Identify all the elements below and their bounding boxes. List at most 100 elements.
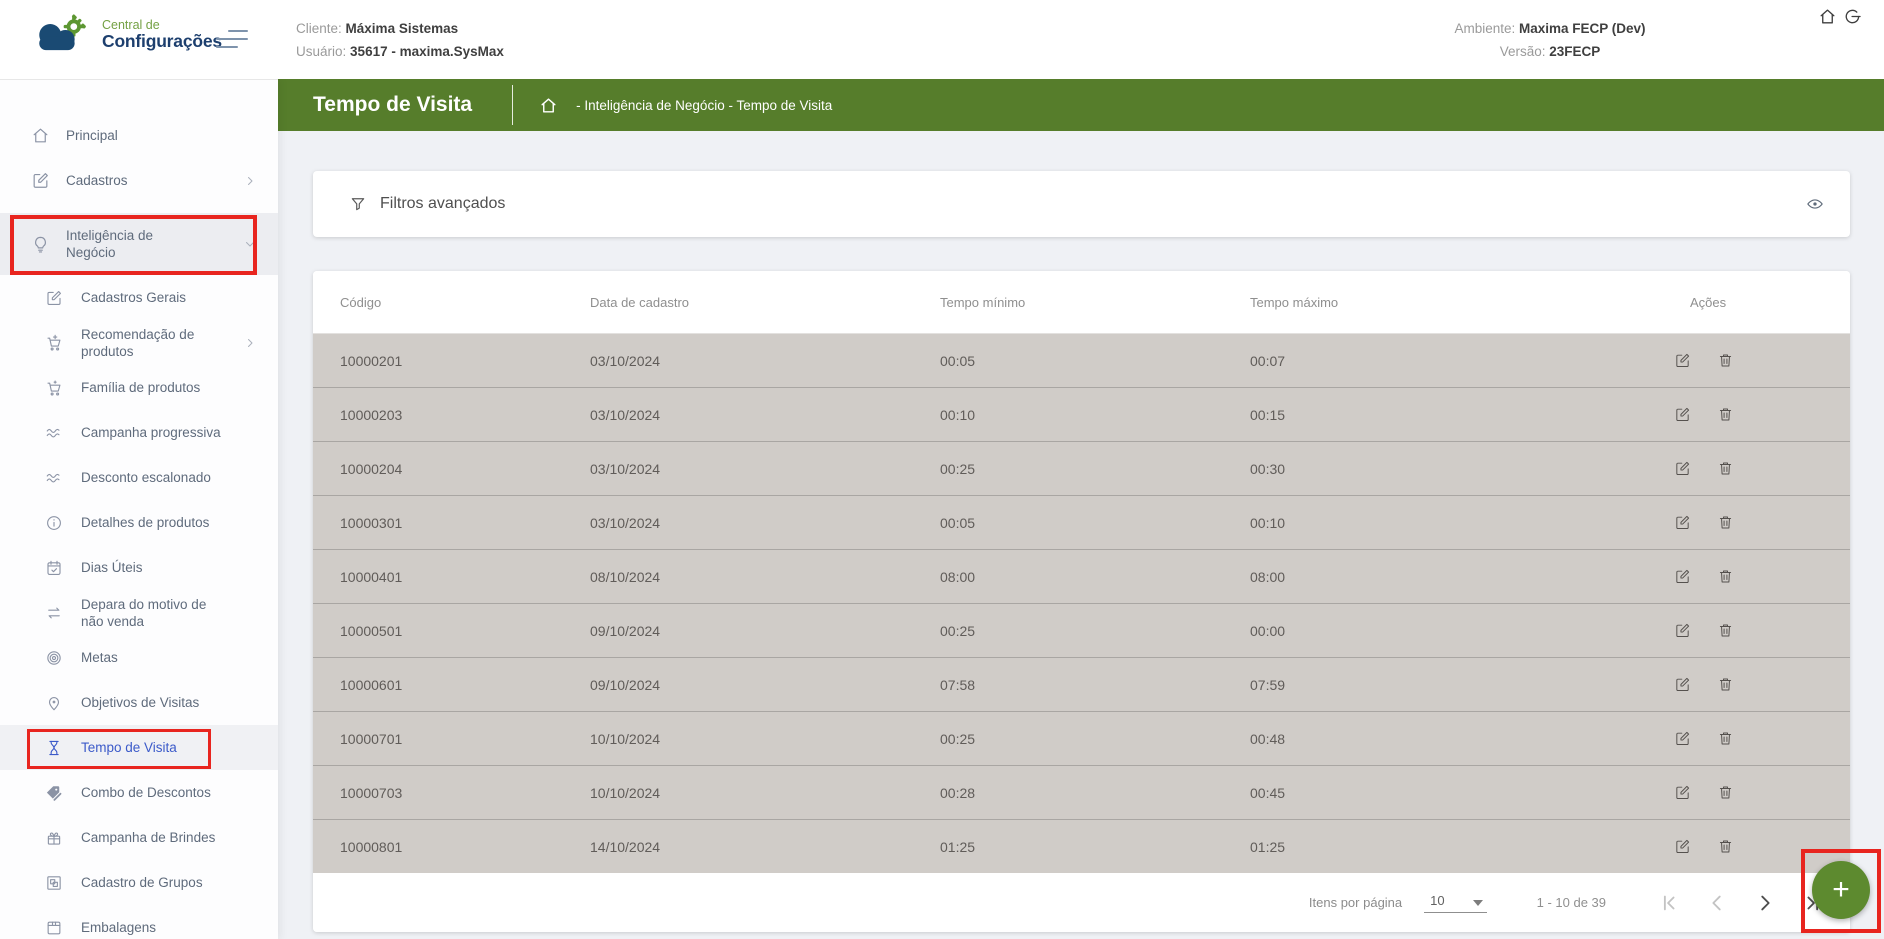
delete-icon[interactable] bbox=[1717, 622, 1734, 639]
edit-icon[interactable] bbox=[1674, 838, 1691, 855]
items-per-page-label: Itens por página bbox=[1309, 895, 1402, 910]
sidebar-item-label: Família de produtos bbox=[81, 379, 231, 396]
env-label: Ambiente: bbox=[1454, 21, 1515, 36]
sidebar-item-embalagens[interactable]: Embalagens bbox=[0, 905, 278, 939]
previous-page-button[interactable] bbox=[1706, 892, 1728, 914]
delete-icon[interactable] bbox=[1717, 784, 1734, 801]
edit-icon[interactable] bbox=[1674, 460, 1691, 477]
edit-icon[interactable] bbox=[1674, 514, 1691, 531]
cell-data-cadastro: 08/10/2024 bbox=[590, 569, 940, 585]
add-button[interactable]: + bbox=[1812, 861, 1870, 919]
cell-codigo: 10000601 bbox=[340, 677, 590, 693]
cell-data-cadastro: 03/10/2024 bbox=[590, 407, 940, 423]
delete-icon[interactable] bbox=[1717, 406, 1734, 423]
edit-icon[interactable] bbox=[1674, 352, 1691, 369]
user-value: 35617 - maxima.SysMax bbox=[350, 44, 504, 59]
sidebar-item-principal[interactable]: Principal bbox=[0, 113, 278, 158]
sidebar-item-depara-motivo-nao-venda[interactable]: Depara do motivo de não venda bbox=[0, 590, 278, 635]
cell-tempo-minimo: 00:25 bbox=[940, 623, 1250, 639]
sidebar-item-label: Campanha progressiva bbox=[81, 424, 231, 441]
sidebar-item-cadastros[interactable]: Cadastros bbox=[0, 158, 278, 203]
eye-icon[interactable] bbox=[1804, 195, 1826, 213]
table-header-row: Código Data de cadastro Tempo mínimo Tem… bbox=[313, 271, 1850, 334]
sidebar-item-inteligencia-de-negocio[interactable]: Inteligência de Negócio bbox=[0, 213, 278, 275]
cell-data-cadastro: 03/10/2024 bbox=[590, 353, 940, 369]
delete-icon[interactable] bbox=[1717, 730, 1734, 747]
sidebar-item-cadastros-gerais[interactable]: Cadastros Gerais bbox=[0, 275, 278, 320]
chevron-right-icon bbox=[244, 175, 256, 187]
cell-tempo-maximo: 00:45 bbox=[1250, 785, 1670, 801]
cell-data-cadastro: 09/10/2024 bbox=[590, 623, 940, 639]
edit-icon[interactable] bbox=[1674, 622, 1691, 639]
home-icon bbox=[31, 126, 50, 145]
cell-tempo-minimo: 01:25 bbox=[940, 839, 1250, 855]
filter-icon bbox=[349, 195, 367, 213]
cell-codigo: 10000701 bbox=[340, 731, 590, 747]
logout-icon[interactable] bbox=[1843, 7, 1862, 26]
sidebar-item-label: Cadastros Gerais bbox=[81, 289, 231, 306]
delete-icon[interactable] bbox=[1717, 352, 1734, 369]
info-icon bbox=[45, 514, 63, 532]
next-page-button[interactable] bbox=[1754, 892, 1776, 914]
cartplus-icon bbox=[45, 334, 63, 352]
sidebar-item-recomendacao-de-produtos[interactable]: Recomendação de produtos bbox=[0, 320, 278, 365]
edit-icon[interactable] bbox=[1674, 784, 1691, 801]
table-row: 1000020403/10/202400:2500:30 bbox=[313, 441, 1850, 495]
cell-data-cadastro: 14/10/2024 bbox=[590, 839, 940, 855]
cell-data-cadastro: 10/10/2024 bbox=[590, 731, 940, 747]
sidebar-item-campanha-de-brindes[interactable]: Campanha de Brindes bbox=[0, 815, 278, 860]
sidebar-item-label: Tempo de Visita bbox=[81, 739, 231, 756]
sidebar-item-campanha-progressiva[interactable]: Campanha progressiva bbox=[0, 410, 278, 455]
menu-toggle-icon[interactable] bbox=[216, 29, 248, 49]
sidebar-item-label: Cadastros bbox=[66, 172, 206, 189]
edit-icon[interactable] bbox=[1674, 568, 1691, 585]
sidebar-item-label: Cadastro de Grupos bbox=[81, 874, 231, 891]
delete-icon[interactable] bbox=[1717, 514, 1734, 531]
edit-icon[interactable] bbox=[1674, 406, 1691, 423]
cell-tempo-minimo: 00:25 bbox=[940, 461, 1250, 477]
delete-icon[interactable] bbox=[1717, 568, 1734, 585]
cell-data-cadastro: 10/10/2024 bbox=[590, 785, 940, 801]
column-header-tempo-minimo: Tempo mínimo bbox=[940, 295, 1250, 310]
table-row: 1000040108/10/202408:0008:00 bbox=[313, 549, 1850, 603]
cell-data-cadastro: 09/10/2024 bbox=[590, 677, 940, 693]
sidebar-item-dias-uteis[interactable]: Dias Úteis bbox=[0, 545, 278, 590]
edit-icon[interactable] bbox=[1674, 730, 1691, 747]
items-per-page-value: 10 bbox=[1430, 893, 1444, 908]
cell-tempo-maximo: 07:59 bbox=[1250, 677, 1670, 693]
tag-icon bbox=[45, 784, 63, 802]
sidebar-item-desconto-escalonado[interactable]: Desconto escalonado bbox=[0, 455, 278, 500]
app-logo[interactable]: Central de Configurações bbox=[30, 12, 222, 58]
home-icon[interactable] bbox=[1818, 7, 1837, 26]
advanced-filters-label: Filtros avançados bbox=[380, 195, 505, 213]
sidebar: Principal Cadastros Inteligência de Negóci… bbox=[0, 79, 278, 939]
cell-tempo-minimo: 00:05 bbox=[940, 353, 1250, 369]
edit-icon[interactable] bbox=[1674, 676, 1691, 693]
delete-icon[interactable] bbox=[1717, 838, 1734, 855]
sidebar-item-tempo-de-visita[interactable]: Tempo de Visita bbox=[0, 725, 278, 770]
pagination-bar: Itens por página 10 1 - 10 de 39 bbox=[313, 873, 1850, 932]
cell-tempo-maximo: 00:00 bbox=[1250, 623, 1670, 639]
sidebar-item-familia-de-produtos[interactable]: Família de produtos bbox=[0, 365, 278, 410]
cell-codigo: 10000801 bbox=[340, 839, 590, 855]
delete-icon[interactable] bbox=[1717, 676, 1734, 693]
breadcrumb: - Inteligência de Negócio - Tempo de Vis… bbox=[576, 98, 832, 113]
sidebar-item-cadastro-de-grupos[interactable]: Cadastro de Grupos bbox=[0, 860, 278, 905]
sidebar-item-detalhes-de-produtos[interactable]: Detalhes de produtos bbox=[0, 500, 278, 545]
advanced-filters-panel[interactable]: Filtros avançados bbox=[313, 171, 1850, 237]
swap-icon bbox=[45, 604, 63, 622]
cell-data-cadastro: 03/10/2024 bbox=[590, 461, 940, 477]
sidebar-item-label: Embalagens bbox=[81, 919, 231, 936]
breadcrumb-home-icon[interactable] bbox=[539, 96, 558, 115]
cell-codigo: 10000401 bbox=[340, 569, 590, 585]
sidebar-item-objetivos-de-visitas[interactable]: Objetivos de Visitas bbox=[0, 680, 278, 725]
sidebar-item-label: Depara do motivo de não venda bbox=[81, 596, 231, 630]
items-per-page-select[interactable]: 10 bbox=[1424, 893, 1486, 913]
logo-line2: Configurações bbox=[102, 32, 222, 50]
delete-icon[interactable] bbox=[1717, 460, 1734, 477]
sidebar-item-combo-de-descontos[interactable]: Combo de Descontos bbox=[0, 770, 278, 815]
sidebar-item-label: Dias Úteis bbox=[81, 559, 231, 576]
first-page-button[interactable] bbox=[1658, 892, 1680, 914]
sidebar-item-metas[interactable]: Metas bbox=[0, 635, 278, 680]
sidebar-item-label: Metas bbox=[81, 649, 231, 666]
